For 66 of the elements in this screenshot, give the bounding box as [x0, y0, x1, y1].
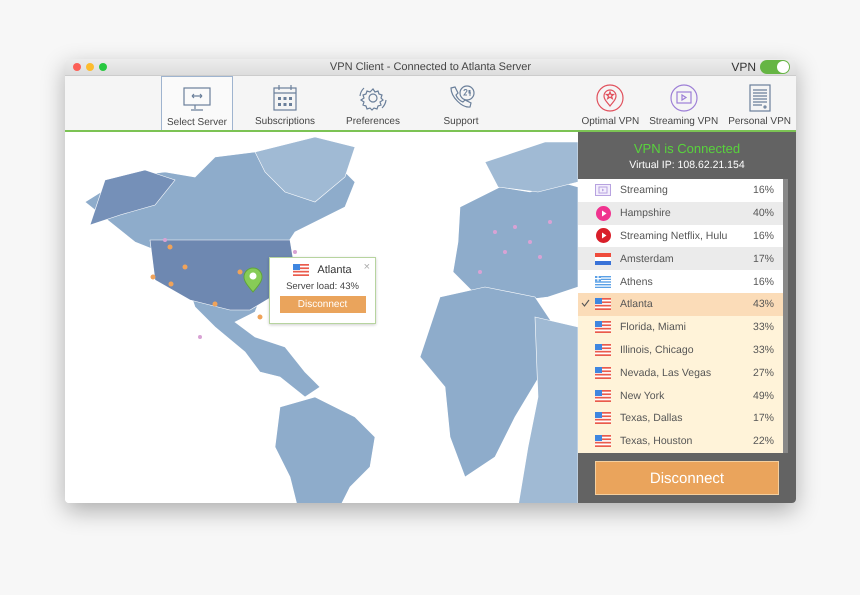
server-name: Atlanta: [620, 298, 654, 310]
play-screen-icon: [670, 84, 698, 112]
server-row[interactable]: Amsterdam 17%: [578, 247, 783, 270]
server-name: Texas, Dallas: [620, 412, 684, 424]
toolbar-button[interactable]: Preferences: [337, 76, 409, 130]
toolbar-button[interactable]: Support: [425, 76, 497, 130]
flag-icon: [595, 344, 611, 356]
flag-icon: [595, 435, 611, 448]
server-name: Nevada, Las Vegas: [620, 366, 712, 379]
check-icon: [580, 298, 590, 307]
flag-icon: [595, 276, 611, 288]
server-row[interactable]: Nevada, Las Vegas 27%: [578, 361, 783, 384]
toolbar-button[interactable]: Optimal VPN: [576, 76, 644, 130]
window-title: VPN Client - Connected to Atlanta Server: [330, 61, 532, 73]
server-row[interactable]: Florida, Miami 33%: [578, 316, 783, 339]
server-name: Hampshire: [620, 207, 672, 220]
server-load: 40%: [752, 207, 774, 220]
server-load: 27%: [752, 366, 774, 379]
toolbar-button[interactable]: Personal VPN: [723, 76, 796, 130]
play-icon: [596, 228, 610, 244]
server-name: Streaming: [620, 184, 669, 196]
toolbar-button[interactable]: Subscriptions: [249, 76, 321, 130]
server-load: 43%: [752, 298, 774, 310]
server-row[interactable]: Streaming Netflix, Hulu 16%: [578, 224, 783, 248]
server-load: 17%: [752, 412, 774, 424]
flag-icon: [595, 366, 611, 379]
server-load: 33%: [752, 344, 774, 356]
server-load: 49%: [752, 390, 774, 402]
server-row[interactable]: Texas, Dallas 17%: [578, 406, 783, 430]
server-load: 33%: [752, 321, 774, 334]
server-load: 22%: [752, 435, 774, 448]
vpn-label: VPN: [731, 60, 756, 74]
server-load: 16%: [752, 276, 774, 288]
flag-icon: [595, 252, 611, 265]
server-row[interactable]: Atlanta 43%: [578, 292, 783, 316]
server-name: New York: [620, 390, 666, 402]
server-load: 17%: [752, 252, 774, 265]
flag-icon: [595, 321, 611, 334]
flag-icon: [293, 264, 310, 276]
flag-icon: [595, 390, 611, 402]
server-row[interactable]: Illinois, Chicago 33%: [578, 338, 783, 362]
server-name: Texas, Houston: [620, 435, 694, 448]
server-row[interactable]: New York 49%: [578, 384, 783, 407]
server-icon: [748, 84, 771, 112]
play-screen-icon: [595, 184, 611, 196]
server-load: 16%: [752, 184, 774, 196]
flag-icon: [595, 298, 611, 310]
server-name: Illinois, Chicago: [620, 344, 695, 356]
server-name: Amsterdam: [620, 252, 675, 265]
connection-status: VPN is Connected: [632, 141, 742, 156]
play-icon: [596, 206, 610, 221]
toolbar-button[interactable]: Streaming VPN: [644, 76, 724, 130]
toolbar-button[interactable]: Select Server: [161, 76, 233, 130]
virtual-ip: Virtual IP: 108.62.21.154: [628, 159, 746, 171]
server-name: Athens: [620, 276, 654, 288]
server-row[interactable]: Hampshire 40%: [578, 202, 783, 225]
vpn-toggle[interactable]: [760, 60, 790, 74]
calendar-icon: [272, 84, 298, 112]
server-name: Florida, Miami: [620, 321, 687, 334]
popup-city: Atlanta: [317, 264, 352, 276]
server-row[interactable]: Texas, Houston 22%: [578, 430, 783, 453]
flag-icon: [595, 412, 611, 424]
server-load: 16%: [752, 230, 774, 242]
server-name: Streaming Netflix, Hulu: [620, 230, 728, 242]
server-load: Server load: 43%: [286, 281, 359, 292]
monitor-icon: [182, 87, 212, 113]
